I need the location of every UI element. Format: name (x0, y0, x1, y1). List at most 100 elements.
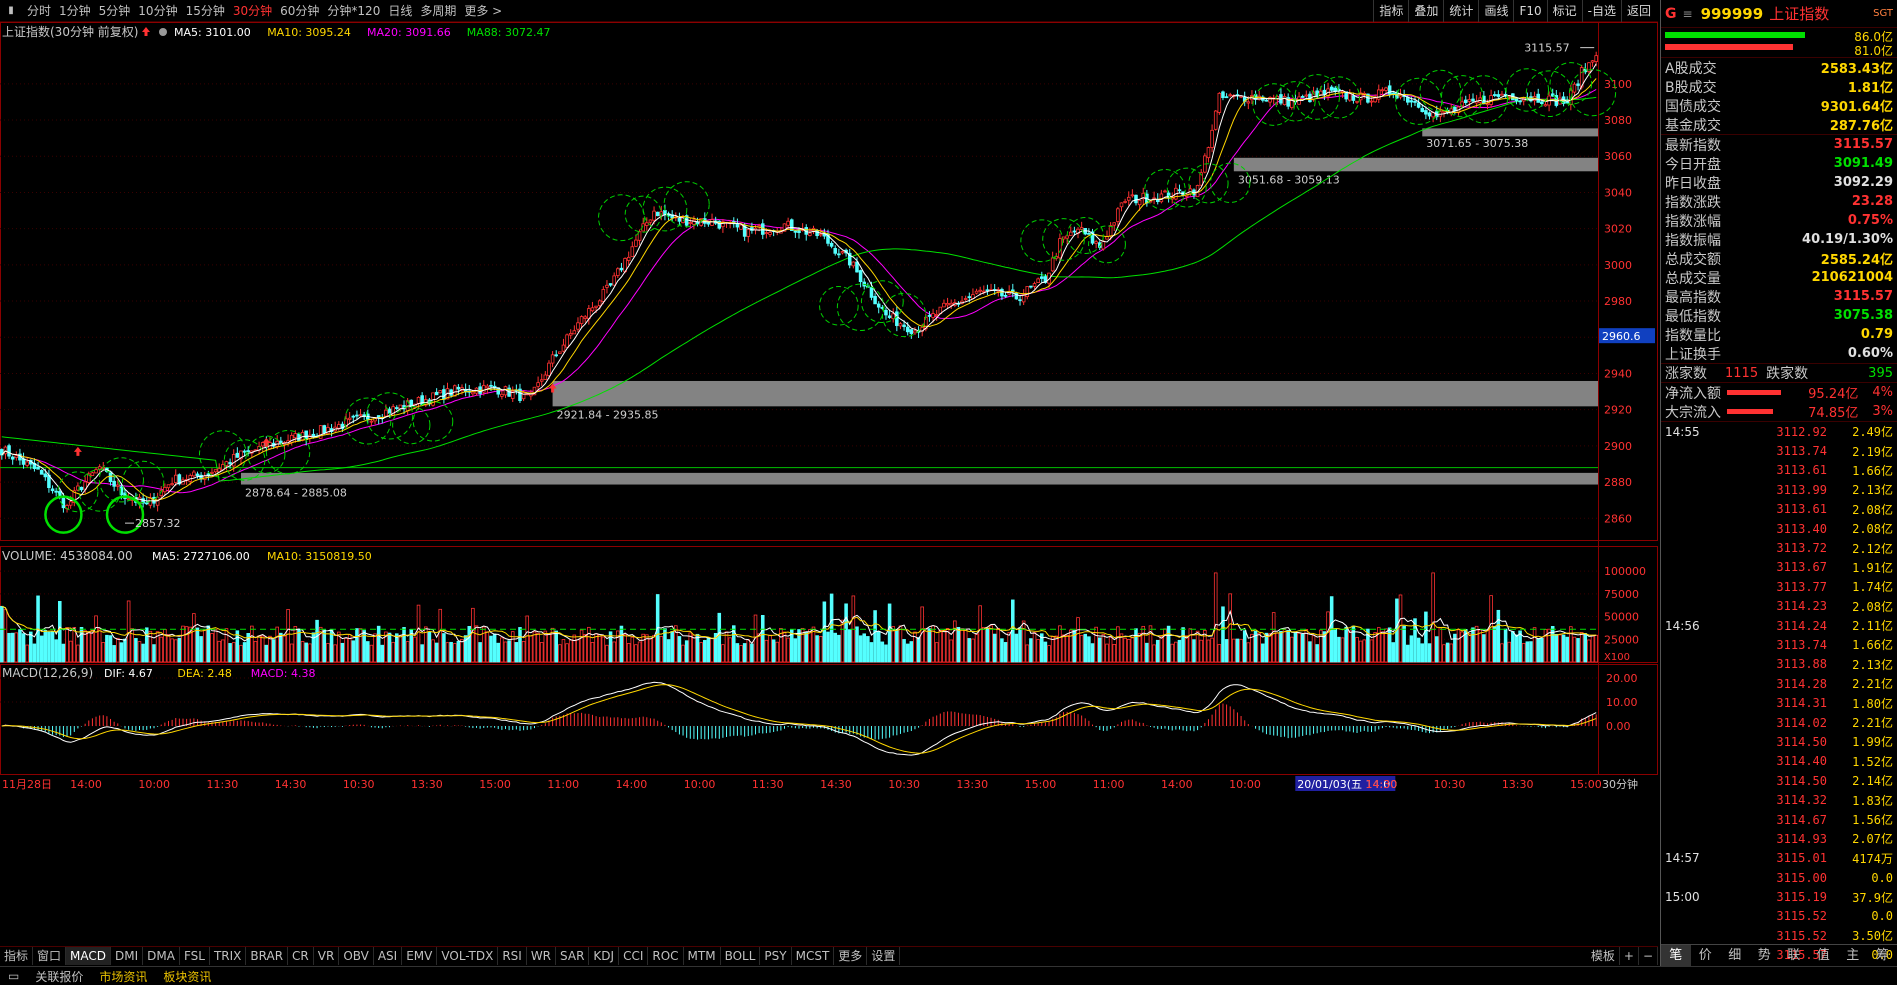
indicator-tab[interactable]: TRIX (210, 947, 247, 965)
tool-button[interactable]: 标记 (1546, 0, 1582, 22)
indicator-tab[interactable]: WR (527, 947, 557, 965)
indicator-tab[interactable]: FSL (180, 947, 210, 965)
fund-flow-section: 净流入额 95.24亿 4% 大宗流入 74.85亿 3% (1661, 383, 1897, 422)
candle-body (369, 420, 374, 423)
status-link[interactable]: 关联报价 (27, 968, 91, 985)
indicator-tab[interactable]: EMV (402, 947, 438, 965)
indicator-tab[interactable]: RSI (498, 947, 527, 965)
indicator-tab[interactable]: KDJ (589, 947, 620, 965)
panel-tab[interactable]: 势 (1750, 945, 1780, 966)
tool-button[interactable]: 画线 (1478, 0, 1513, 22)
template-button[interactable]: − (1639, 947, 1658, 965)
indicator-tab[interactable]: BOLL (721, 947, 761, 965)
indicator-tab[interactable]: BRAR (246, 947, 289, 965)
tick-amount: 2.07亿 (1852, 832, 1893, 847)
candle-body (543, 374, 548, 380)
period-tab[interactable]: 分时 (23, 0, 55, 22)
volume-bar (166, 634, 171, 663)
period-tab[interactable]: 15分钟 (182, 0, 229, 22)
candle-body (1416, 102, 1421, 108)
period-tab[interactable]: 更多 > (460, 0, 506, 22)
period-tab[interactable]: 分钟*120 (323, 0, 384, 22)
panel-tab[interactable]: 笔 (1661, 945, 1691, 966)
tool-button[interactable]: 返回 (1620, 0, 1656, 22)
kline-chart[interactable]: 2860288029002920294029602980300030203040… (0, 22, 1658, 946)
tool-button[interactable]: 指标 (1373, 0, 1408, 22)
volume-bar (1097, 637, 1102, 663)
volume-bar (670, 631, 674, 663)
indicator-tab[interactable]: CCI (619, 947, 649, 965)
panel-tab[interactable]: 主 (1838, 945, 1868, 966)
indicator-tab[interactable]: MACD (66, 947, 112, 965)
candle-body (547, 362, 551, 377)
candle-body (1369, 100, 1374, 103)
panel-tab[interactable]: 价 (1691, 945, 1721, 966)
panel-tab[interactable]: 筹 (1868, 945, 1897, 966)
period-tab[interactable]: 30分钟 (229, 0, 276, 22)
volume-bar (590, 642, 595, 663)
period-tab[interactable]: 5分钟 (95, 0, 135, 22)
volume-bar (47, 631, 51, 663)
down-count-label: 跌家数 (1766, 366, 1809, 382)
indicator-tab[interactable]: MCST (792, 947, 835, 965)
panel-tab[interactable]: 值 (1809, 945, 1839, 966)
period-tab[interactable]: 10分钟 (134, 0, 181, 22)
indicator-tab[interactable]: VOL-TDX (437, 947, 499, 965)
template-button[interactable]: + (1620, 947, 1639, 965)
tool-button[interactable]: 叠加 (1408, 0, 1443, 22)
template-button[interactable]: 模板 (1587, 947, 1620, 965)
status-link[interactable]: 市场资讯 (91, 968, 155, 985)
indicator-tab[interactable]: 指标 (0, 947, 34, 965)
status-menu-icon[interactable]: ▭ (0, 969, 27, 983)
status-link[interactable]: 板块资讯 (155, 968, 219, 985)
indicator-tab[interactable]: 更多 (834, 947, 868, 965)
volume-bar (134, 638, 138, 663)
volume-bar (623, 634, 627, 663)
volume-bar (264, 644, 269, 663)
indicator-tab[interactable]: DMI (111, 947, 144, 965)
indicator-tab[interactable]: PSY (760, 947, 792, 965)
indicator-tab[interactable]: VR (314, 947, 340, 965)
period-tab[interactable]: 日线 (384, 0, 416, 22)
indicator-tab[interactable]: MTM (684, 947, 721, 965)
indicator-tab[interactable]: 设置 (867, 947, 901, 965)
period-tab[interactable]: 60分钟 (276, 0, 323, 22)
list-icon[interactable]: ≡ (1683, 7, 1693, 21)
volume-bar (1561, 634, 1566, 663)
volume-bar (572, 634, 577, 663)
volume-bar (938, 629, 943, 663)
panel-tab[interactable]: 联 (1779, 945, 1809, 966)
candle-body (1376, 89, 1381, 100)
tick-price: 3113.61 (1776, 463, 1827, 478)
indicator-tab[interactable]: CR (288, 947, 314, 965)
group-label[interactable]: G (1665, 6, 1677, 22)
indicator-tab-bar: 指标 窗口 MACD DMI DMA FSL TRIX BRAR CR VR OBV ASI EMV VO… (0, 946, 1658, 965)
tick-price: 3113.67 (1776, 560, 1827, 575)
candle-body (1424, 110, 1428, 115)
indicator-tab[interactable]: DMA (143, 947, 180, 965)
volume-bar (829, 593, 834, 663)
indicator-tab[interactable]: 窗口 (33, 947, 67, 965)
menu-icon[interactable]: ▮ (4, 3, 18, 19)
volume-bar (1119, 633, 1124, 663)
panel-tab[interactable]: 细 (1720, 945, 1750, 966)
tick-price: 3113.99 (1776, 482, 1827, 497)
indicator-tab[interactable]: ROC (648, 947, 684, 965)
volume-bar (1239, 638, 1243, 663)
volume-bar (1594, 634, 1598, 663)
tool-button[interactable]: F10 (1513, 0, 1546, 22)
indicator-tab[interactable]: SAR (556, 947, 590, 965)
volume-bar (1496, 609, 1501, 663)
period-tab[interactable]: 多周期 (416, 0, 460, 22)
tick-amount: 0.0 (1871, 909, 1893, 924)
tool-button[interactable]: 统计 (1443, 0, 1478, 22)
period-tab[interactable]: 1分钟 (55, 0, 95, 22)
volume-bar (601, 636, 606, 663)
candle-body (869, 287, 874, 298)
indicator-tab[interactable]: OBV (339, 947, 374, 965)
tool-button[interactable]: -自选 (1581, 0, 1621, 22)
status-bar: ▭ 关联报价 市场资讯 板块资讯 (0, 966, 1897, 985)
indicator-tab[interactable]: ASI (374, 947, 403, 965)
volume-bar (971, 638, 975, 663)
volume-bar (724, 631, 729, 663)
